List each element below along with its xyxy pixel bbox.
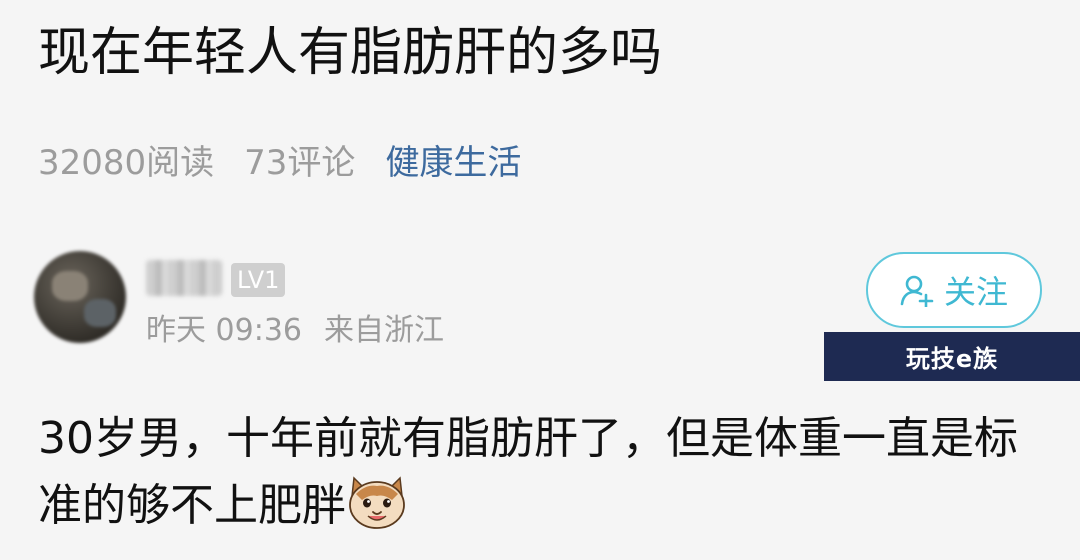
watermark: 玩技e族	[824, 332, 1080, 381]
post-location: 来自浙江	[324, 313, 444, 348]
avatar[interactable]	[34, 251, 126, 343]
post-content-text: 30岁男，十年前就有脂肪肝了，但是体重一直是标准的够不上肥胖	[38, 413, 1018, 531]
read-count: 32080阅读	[38, 143, 215, 183]
username[interactable]: 晴怡	[146, 260, 222, 296]
follow-button-label: 关注	[943, 273, 1008, 311]
post-title: 现在年轻人有脂肪肝的多吗	[38, 23, 663, 83]
category-link[interactable]: 健康生活	[385, 143, 521, 183]
comment-count[interactable]: 73评论	[244, 143, 355, 183]
post-content: 30岁男，十年前就有脂肪肝了，但是体重一直是标准的够不上肥胖	[38, 405, 1058, 539]
add-user-icon	[900, 273, 934, 307]
post-meta: 昨天 09:36 来自浙江	[146, 313, 444, 349]
follow-button[interactable]: 关注	[866, 252, 1042, 328]
post-stats: 32080阅读 73评论 健康生活	[38, 143, 521, 184]
post-time: 昨天 09:36	[146, 313, 302, 348]
cat-face-icon	[346, 472, 408, 530]
level-badge: LV1	[231, 263, 286, 297]
